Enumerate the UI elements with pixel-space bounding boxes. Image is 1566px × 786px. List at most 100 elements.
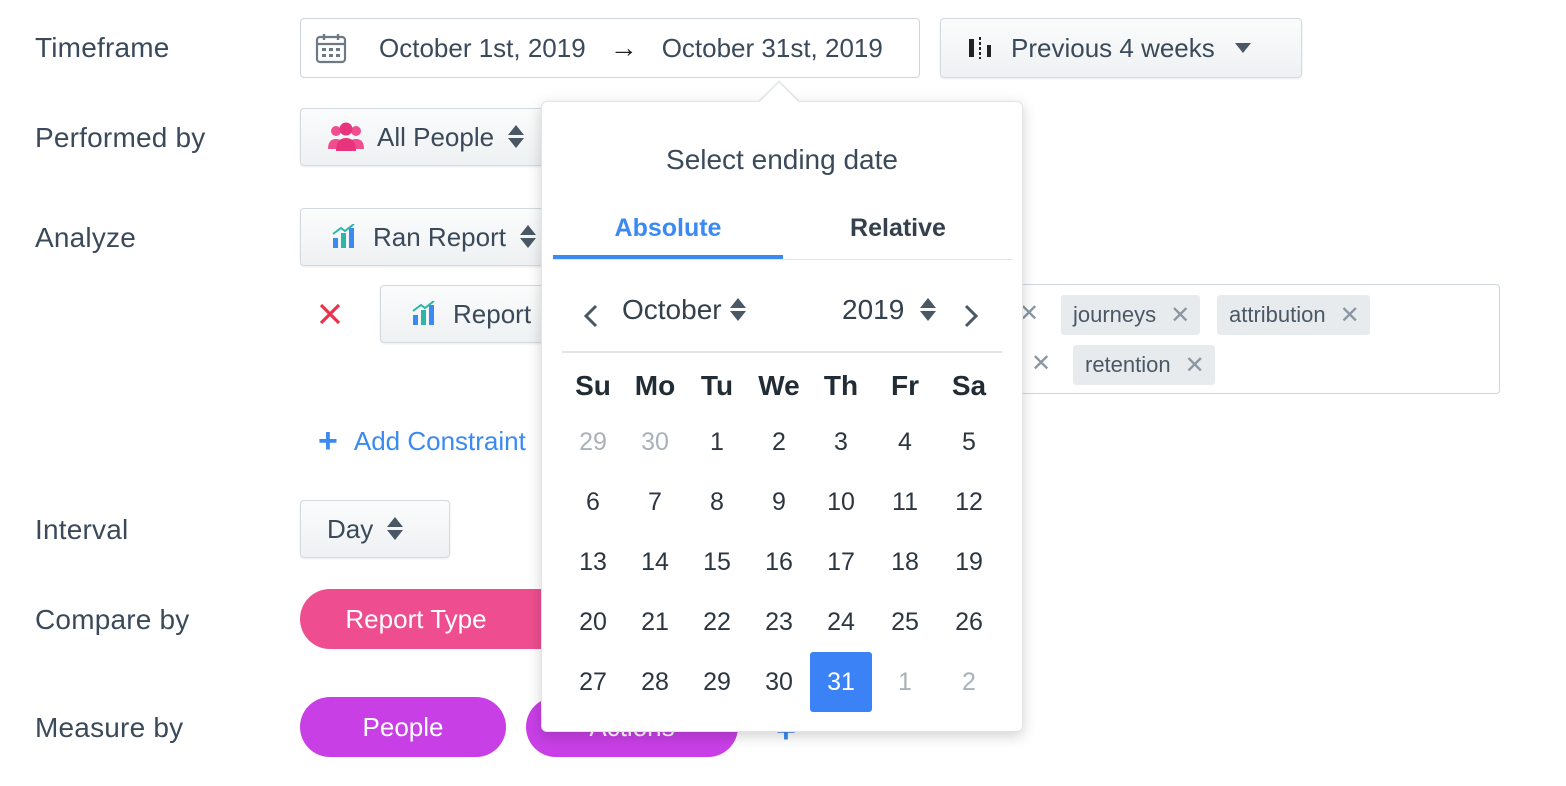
calendar-day[interactable]: 13 bbox=[562, 532, 624, 592]
calendar-day[interactable]: 5 bbox=[938, 412, 1000, 472]
timeframe-label: Timeframe bbox=[35, 32, 170, 63]
tag-input-box[interactable]: ✕ journeys ✕ attribution ✕ ✕ retention ✕ bbox=[1000, 284, 1500, 394]
tag-remove-icon[interactable]: ✕ bbox=[1185, 351, 1205, 380]
date-picker-title: Select ending date bbox=[666, 144, 898, 175]
calendar-day[interactable]: 12 bbox=[938, 472, 1000, 532]
calendar-day[interactable]: 29 bbox=[686, 652, 748, 712]
calendar-day[interactable]: 4 bbox=[874, 412, 936, 472]
updown-icon bbox=[729, 297, 746, 323]
remove-filter-icon[interactable] bbox=[316, 300, 344, 328]
calendar-day[interactable]: 27 bbox=[562, 652, 624, 712]
year-select[interactable]: 2019 bbox=[842, 294, 937, 326]
calendar-day[interactable]: 23 bbox=[748, 592, 810, 652]
tab-absolute[interactable]: Absolute bbox=[553, 214, 783, 243]
calendar-day[interactable]: 15 bbox=[686, 532, 748, 592]
calendar-day[interactable]: 2 bbox=[748, 412, 810, 472]
tab-divider bbox=[553, 259, 1013, 260]
calendar-day[interactable]: 6 bbox=[562, 472, 624, 532]
property-select[interactable]: Report bbox=[380, 285, 550, 343]
calendar-day[interactable]: 17 bbox=[810, 532, 872, 592]
calendar-day[interactable]: 14 bbox=[624, 532, 686, 592]
calendar-icon bbox=[315, 32, 347, 64]
calendar-day[interactable]: 16 bbox=[748, 532, 810, 592]
performed-by-label: Performed by bbox=[35, 122, 206, 153]
calendar-day[interactable]: 1 bbox=[686, 412, 748, 472]
year-value: 2019 bbox=[842, 294, 905, 325]
weekday-label: We bbox=[758, 370, 800, 401]
calendar-day[interactable]: 7 bbox=[624, 472, 686, 532]
tag-remove-icon[interactable]: ✕ bbox=[1031, 349, 1051, 378]
month-select[interactable]: October bbox=[622, 294, 746, 326]
analyze-event-value: Ran Report bbox=[373, 221, 506, 252]
calendar-day[interactable]: 3 bbox=[810, 412, 872, 472]
add-constraint-link[interactable]: + Add Constraint bbox=[318, 424, 544, 458]
range-bars-icon bbox=[967, 35, 997, 61]
end-date[interactable]: October 31st, 2019 bbox=[662, 33, 883, 64]
tag-label: retention bbox=[1085, 352, 1171, 377]
bar-chart-icon bbox=[411, 300, 439, 327]
range-arrow-icon: → bbox=[609, 32, 638, 63]
calendar-day[interactable]: 21 bbox=[624, 592, 686, 652]
calendar-day[interactable]: 22 bbox=[686, 592, 748, 652]
calendar-day[interactable]: 2 bbox=[938, 652, 1000, 712]
preset-range-label: Previous 4 weeks bbox=[1011, 32, 1215, 63]
popover-arrow bbox=[759, 81, 799, 121]
tag-remove-icon[interactable]: ✕ bbox=[1170, 301, 1190, 330]
prev-month-icon[interactable] bbox=[582, 302, 600, 337]
date-picker-popover: Select ending date Absolute Relative Oct… bbox=[541, 81, 1023, 732]
start-date[interactable]: October 1st, 2019 bbox=[379, 33, 586, 64]
updown-icon bbox=[387, 516, 404, 542]
calendar-day[interactable]: 8 bbox=[686, 472, 748, 532]
interval-value: Day bbox=[327, 513, 374, 544]
tag-remove-icon[interactable]: ✕ bbox=[1340, 301, 1360, 330]
compare-by-value: Report Type bbox=[345, 603, 487, 634]
compare-by-pill[interactable]: Report Type bbox=[300, 589, 568, 649]
calendar-day[interactable]: 9 bbox=[748, 472, 810, 532]
calendar-day[interactable]: 26 bbox=[938, 592, 1000, 652]
active-tab-indicator bbox=[553, 255, 783, 259]
weekday-label: Sa bbox=[951, 370, 987, 401]
calendar-day[interactable]: 1 bbox=[874, 652, 936, 712]
calendar-day[interactable]: 24 bbox=[810, 592, 872, 652]
add-constraint-label: Add Constraint bbox=[353, 425, 526, 456]
analyze-event-select[interactable]: Ran Report bbox=[300, 208, 550, 266]
people-group-icon bbox=[327, 121, 365, 153]
calendar-day[interactable]: 11 bbox=[874, 472, 936, 532]
measure-people-label: People bbox=[362, 711, 444, 742]
weekday-label: Th bbox=[823, 370, 859, 401]
bar-chart-icon bbox=[331, 223, 359, 250]
weekday-label: Su bbox=[575, 370, 611, 401]
calendar-day[interactable]: 30 bbox=[748, 652, 810, 712]
next-month-icon[interactable] bbox=[962, 302, 980, 337]
calendar-day[interactable]: 28 bbox=[624, 652, 686, 712]
tag-chip: journeys ✕ bbox=[1061, 295, 1201, 335]
calendar-day[interactable]: 31 bbox=[810, 652, 872, 712]
measure-people-pill[interactable]: People bbox=[300, 697, 506, 757]
calendar-divider bbox=[562, 351, 1002, 353]
date-range-field[interactable]: October 1st, 2019 → October 31st, 2019 bbox=[300, 18, 920, 78]
weekday-label: Fr bbox=[891, 370, 919, 401]
preset-range-button[interactable]: Previous 4 weeks bbox=[940, 18, 1302, 78]
tab-relative[interactable]: Relative bbox=[783, 214, 1013, 243]
plus-icon: + bbox=[318, 424, 338, 458]
tag-chip: attribution ✕ bbox=[1217, 295, 1370, 335]
calendar-day[interactable]: 18 bbox=[874, 532, 936, 592]
caret-down-icon bbox=[1234, 43, 1251, 53]
calendar-day[interactable]: 30 bbox=[624, 412, 686, 472]
calendar-day[interactable]: 25 bbox=[874, 592, 936, 652]
weekday-label: Mo bbox=[634, 370, 676, 401]
month-value: October bbox=[622, 294, 722, 325]
analyze-label: Analyze bbox=[35, 222, 137, 253]
performed-by-select[interactable]: All People bbox=[300, 108, 550, 166]
weekday-label: Tu bbox=[700, 370, 734, 401]
calendar-day[interactable]: 20 bbox=[562, 592, 624, 652]
tag-label: attribution bbox=[1229, 302, 1326, 327]
updown-icon bbox=[519, 224, 536, 250]
tag-label: journeys bbox=[1073, 302, 1157, 327]
calendar-day[interactable]: 19 bbox=[938, 532, 1000, 592]
interval-select[interactable]: Day bbox=[300, 500, 450, 558]
calendar-day[interactable]: 29 bbox=[562, 412, 624, 472]
tag-chip: retention ✕ bbox=[1073, 345, 1215, 385]
property-value: Report bbox=[453, 298, 532, 329]
calendar-day[interactable]: 10 bbox=[810, 472, 872, 532]
